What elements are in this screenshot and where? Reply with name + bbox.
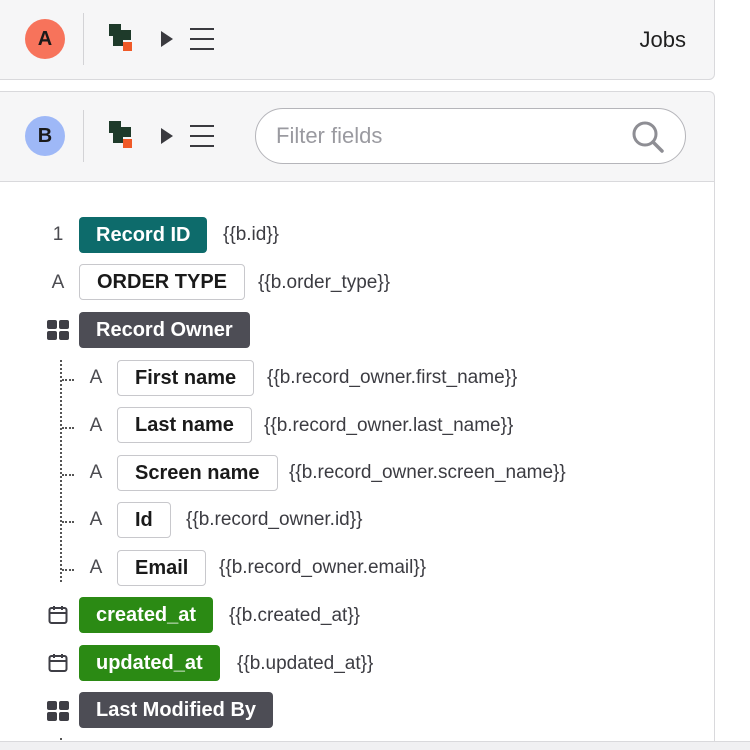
field-path-first-name: {{b.record_owner.first_name}} [267,367,518,388]
field-pill-record-owner[interactable]: Record Owner [79,312,250,348]
field-path-screen-name: {{b.record_owner.screen_name}} [289,462,566,483]
field-path-updated-at: {{b.updated_at}} [237,653,374,674]
grid-icon [47,701,69,721]
field-path-email: {{b.record_owner.email}} [219,557,427,578]
filter-fields-input[interactable] [276,119,616,153]
field-path-record-id: {{b.id}} [223,224,280,245]
tree-connector [60,360,62,582]
step-avatar-b: B [25,116,65,156]
text-type-glyph: A [89,509,103,530]
grid-icon [47,320,69,340]
menu-icon[interactable] [190,125,214,147]
field-pill-order-type[interactable]: ORDER TYPE [79,264,246,300]
field-pill-last-name[interactable]: Last name [117,407,252,443]
text-type-glyph: A [89,462,103,483]
field-pill-created-at[interactable]: created_at [79,597,214,633]
divider [83,110,84,162]
field-pill-screen-name[interactable]: Screen name [117,455,278,491]
field-pill-first-name[interactable]: First name [117,360,255,396]
calendar-icon [48,606,68,624]
step-avatar-a: A [25,19,65,59]
field-path-created-at: {{b.created_at}} [229,605,361,626]
filter-fields-box[interactable] [255,108,686,164]
step-card-a [0,0,715,80]
divider [83,13,84,65]
tree-connector [62,521,74,523]
field-pill-last-modified-by[interactable]: Last Modified By [79,692,274,728]
tree-connector [62,474,74,476]
panel-footer [0,741,750,750]
tree-connector [62,427,74,429]
calendar-icon [48,654,68,672]
tree-connector [62,379,74,381]
logo-icon [109,121,133,151]
field-pill-updated-at[interactable]: updated_at [79,645,220,681]
play-icon[interactable] [161,128,173,144]
play-icon[interactable] [161,31,173,47]
field-path-last-name: {{b.record_owner.last_name}} [264,415,514,436]
field-pill-id[interactable]: Id [117,502,171,538]
text-type-glyph: A [51,272,65,293]
menu-icon[interactable] [190,28,214,50]
text-type-glyph: A [89,415,103,436]
field-pill-email[interactable]: Email [117,550,207,586]
tree-connector [62,569,74,571]
app-title: Jobs [639,27,686,52]
field-path-order-type: {{b.order_type}} [258,272,391,293]
number-type-glyph: 1 [52,224,64,245]
field-pill-record-id[interactable]: Record ID [79,217,208,253]
text-type-glyph: A [89,367,103,388]
text-type-glyph: A [89,557,103,578]
search-icon[interactable] [631,120,665,154]
logo-icon [109,24,133,54]
field-path-id: {{b.record_owner.id}} [186,509,363,530]
